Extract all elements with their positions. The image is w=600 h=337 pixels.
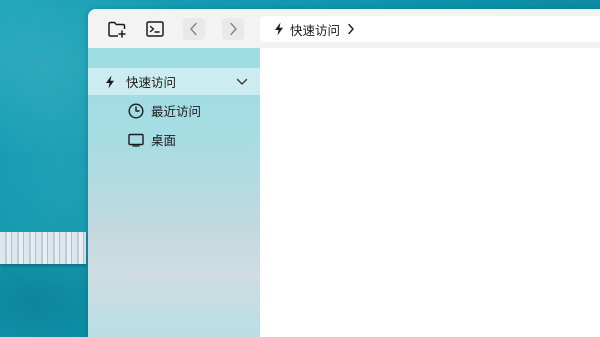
new-folder-button[interactable] [106, 18, 128, 40]
back-button[interactable] [183, 18, 205, 40]
forward-button[interactable] [222, 18, 244, 40]
file-list-area[interactable] [260, 48, 600, 337]
monitor-icon [128, 133, 144, 147]
terminal-button[interactable] [144, 18, 166, 40]
sidebar-item-recent[interactable]: 最近访问 [88, 97, 260, 124]
sidebar-item-label: 桌面 [151, 133, 177, 148]
sidebar-item-label: 最近访问 [151, 104, 202, 119]
sidebar-group-quick-access[interactable]: 快速访问 [88, 68, 260, 95]
new-folder-icon [108, 21, 126, 38]
address-bar[interactable]: 快速访问 [260, 16, 600, 42]
breadcrumb-quick-access[interactable]: 快速访问 [290, 20, 340, 39]
chevron-down-icon[interactable] [236, 78, 248, 86]
file-manager-window: 快速访问 快速访问 最近访问 桌面 [88, 9, 600, 337]
toolbar: 快速访问 [88, 9, 600, 48]
terminal-icon [146, 21, 164, 37]
desktop-wallpaper-object [0, 232, 86, 264]
clock-icon [128, 102, 144, 119]
sidebar-item-desktop[interactable]: 桌面 [88, 126, 260, 153]
sidebar: 快速访问 最近访问 桌面 [88, 48, 260, 337]
chevron-right-icon [230, 22, 237, 36]
chevron-left-icon [190, 22, 197, 36]
chevron-right-icon[interactable] [347, 23, 355, 35]
sidebar-group-label: 快速访问 [126, 75, 177, 90]
lightning-icon [274, 22, 284, 36]
lightning-icon [104, 75, 116, 89]
